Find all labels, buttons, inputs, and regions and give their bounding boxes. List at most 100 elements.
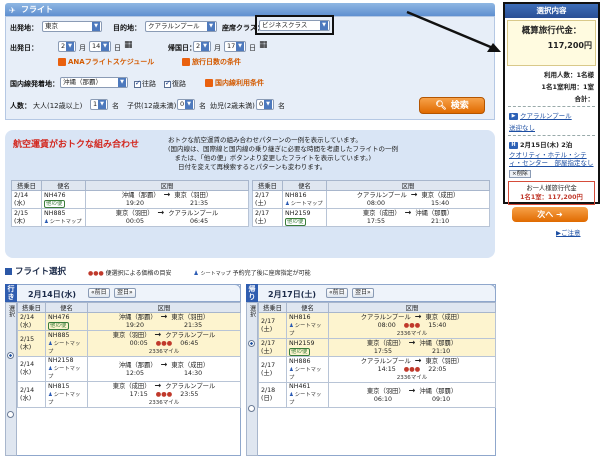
price-rank-icon: ●●● xyxy=(403,366,421,373)
table-row[interactable]: 2/14 (水) NH476 他の便 沖縄（那覇） → 東京（羽田） 19:20 21:35 xyxy=(17,312,241,331)
return-month-select[interactable]: 2 xyxy=(193,41,211,52)
domestic-select[interactable]: 沖縄（那覇） xyxy=(60,77,128,88)
table-row[interactable]: 2/17(土) NH816シートマップ クアラルンプール→東京（成田）08:00… xyxy=(258,312,496,339)
child-unit: 名 xyxy=(199,102,206,110)
destination-select[interactable]: クアラルンプール xyxy=(145,21,217,32)
other-flight-button[interactable]: 他の便 xyxy=(285,217,306,226)
adult-label: 大人(12歳以上) xyxy=(33,102,83,110)
people-label: 人数： xyxy=(10,102,31,110)
return-date: 2月17日(土) xyxy=(268,290,317,299)
seatmap-link[interactable]: シートマップ xyxy=(48,340,85,356)
total-line: 合計： xyxy=(574,95,595,103)
flight-select-title: フライト選択 xyxy=(5,265,66,277)
days-condition-link[interactable]: 旅行日数の条件 xyxy=(182,57,241,67)
calendar-icon[interactable]: ▦ xyxy=(259,40,268,50)
outbound-date: 2月14日(水) xyxy=(28,290,77,299)
other-flight-button[interactable]: 他の便 xyxy=(289,347,310,356)
col-route: 区間 xyxy=(85,180,249,191)
return-next-day-button[interactable]: 翌日» xyxy=(352,288,374,298)
summary-heading: 選択内容 xyxy=(505,4,598,18)
deals-title: 航空運賃がおトクな組み合わせ xyxy=(13,140,140,150)
adult-select[interactable]: 1 xyxy=(90,99,108,110)
select-column: 選択 xyxy=(246,302,258,456)
outbound-checkbox[interactable]: 往路 xyxy=(134,79,156,89)
outbound-prev-day-button[interactable]: «前日 xyxy=(88,288,110,298)
magnifier-icon: 🔍︎ xyxy=(435,101,447,111)
price-box: お一人様旅行代金 1名1室：117,200円 xyxy=(508,181,595,205)
other-flight-button[interactable]: 他の便 xyxy=(44,199,65,208)
link-arrow-icon xyxy=(58,58,66,66)
departure-select[interactable]: 東京 xyxy=(42,21,102,32)
table-row[interactable]: 2/17(土) NH886シートマップ クアラルンプール→東京（羽田）14:15… xyxy=(258,356,496,383)
outbound-radio-1[interactable] xyxy=(7,352,14,359)
seatmap-link[interactable]: シートマップ xyxy=(48,391,85,407)
seatmap-link[interactable]: シートマップ xyxy=(289,322,326,338)
return-month-unit: 月 xyxy=(214,44,221,52)
checkin-row: H 2月15日(木) 2泊 xyxy=(505,138,598,150)
seatmap-link[interactable]: シートマップ xyxy=(44,218,83,226)
depart-month-select[interactable]: 2 xyxy=(58,41,76,52)
return-checkbox[interactable]: 復路 xyxy=(164,79,186,89)
depart-date-label: 出発日： xyxy=(10,44,38,52)
table-row[interactable]: 2/14(水) NH2158シートマップ 沖縄（那覇）→東京（成田）12:051… xyxy=(17,356,241,382)
table-row: 2/14 (水) NH476 他の便 沖縄（那覇） → 東京（羽田） 19:20 21:35 xyxy=(11,190,249,209)
return-day-unit: 日 xyxy=(249,44,256,52)
depart-day-select[interactable]: 14 xyxy=(89,41,111,52)
return-day-select[interactable]: 17 xyxy=(224,41,246,52)
deals-description: おトクな航空運賃の組み合わせパターンの一例を表示しています。 (国内線は、国際線… xyxy=(168,136,399,171)
return-badge: 帰り xyxy=(246,284,258,302)
hotel-icon: H xyxy=(509,141,518,149)
price-rank-icon: ●●● xyxy=(88,270,104,277)
child-label: 子供(12歳未満) xyxy=(127,102,177,110)
seatmap-link[interactable]: シートマップ xyxy=(289,366,326,382)
fare-label: 概算旅行代金： xyxy=(521,26,582,36)
annotation-arrow-icon xyxy=(406,10,501,52)
table-row[interactable]: 2/17 (土) NH2159 他の便 東京（成田） → 沖縄（那覇） 17:55 21:1… xyxy=(258,338,496,357)
selection-summary-panel: 選択内容 概算旅行代金： 117,200円 利用人数：1名様 1名1室利用：1室… xyxy=(503,2,600,205)
calendar-icon[interactable]: ▦ xyxy=(124,40,133,50)
class-select[interactable]: ビジネスクラス xyxy=(259,20,330,31)
delete-button[interactable]: ×削除 xyxy=(509,170,531,178)
depart-month-unit: 月 xyxy=(79,44,86,52)
arrow-right-icon: ➜ xyxy=(556,210,563,219)
infant-label: 幼児(2歳未満) xyxy=(210,102,255,110)
transfer-row: 送迎なし xyxy=(509,124,535,132)
table-row[interactable]: 2/15(木) NH885シートマップ 東京（羽田）→クアラルンプール00:05… xyxy=(17,330,241,357)
schedule-link[interactable]: ANAフライトスケジュール xyxy=(58,57,154,67)
section-title: フライト xyxy=(21,5,53,14)
price-value: 1名1室：117,200円 xyxy=(520,194,583,201)
price-rank-icon: ●●● xyxy=(403,322,421,329)
return-prev-day-button[interactable]: «前日 xyxy=(326,288,348,298)
seatmap-link[interactable]: シートマップ xyxy=(289,391,326,407)
search-button[interactable]: 🔍︎ 検索 xyxy=(419,97,485,114)
seatmap-link[interactable]: シートマップ xyxy=(285,200,324,208)
note-link[interactable]: ▶ご注意 xyxy=(556,227,581,237)
domestic-label: 国内線発着地： xyxy=(10,80,59,88)
child-select[interactable]: 0 xyxy=(177,99,195,110)
price-rank-icon: ●●● xyxy=(155,391,173,398)
other-flight-button[interactable]: 他の便 xyxy=(48,321,69,330)
infant-select[interactable]: 0 xyxy=(256,99,274,110)
price-label: お一人様旅行代金 xyxy=(526,185,577,192)
return-radio-1[interactable] xyxy=(248,340,255,347)
outbound-radio-2[interactable] xyxy=(7,411,14,418)
outbound-badge: 行き xyxy=(5,284,17,302)
hotel-city-row: ▶ クアラルンプール xyxy=(505,109,598,121)
infant-unit: 名 xyxy=(278,102,285,110)
col-date: 搭乗日 xyxy=(11,180,42,191)
domestic-terms-link[interactable]: 国内線利用条件 xyxy=(205,78,264,88)
fare-value: 117,200円 xyxy=(547,41,592,50)
divider xyxy=(508,106,595,107)
table-row[interactable]: 2/18(日) NH461シートマップ 東京（羽田）→沖縄（那覇）06:1009… xyxy=(258,382,496,408)
table-row[interactable]: 2/14(水) NH815シートマップ 東京（成田）→クアラルンプール17:15… xyxy=(17,381,241,408)
departure-label: 出発地： xyxy=(10,24,38,32)
outbound-flights-table: 搭乗日 便名 区間 2/14 (水) NH476 他の便 沖縄（那覇） → 東京（羽田）… xyxy=(17,302,241,408)
price-rank-icon: ●●● xyxy=(155,340,173,347)
seatmap-link[interactable]: シートマップ xyxy=(48,365,85,381)
outbound-next-day-button[interactable]: 翌日» xyxy=(114,288,136,298)
seatmap-icon: ♟ xyxy=(193,270,199,277)
return-date-label: 帰国日： xyxy=(168,44,196,52)
next-button[interactable]: 次へ ➜ xyxy=(512,207,588,222)
fare-box: 概算旅行代金： 117,200円 xyxy=(507,20,596,66)
return-radio-2[interactable] xyxy=(248,405,255,412)
